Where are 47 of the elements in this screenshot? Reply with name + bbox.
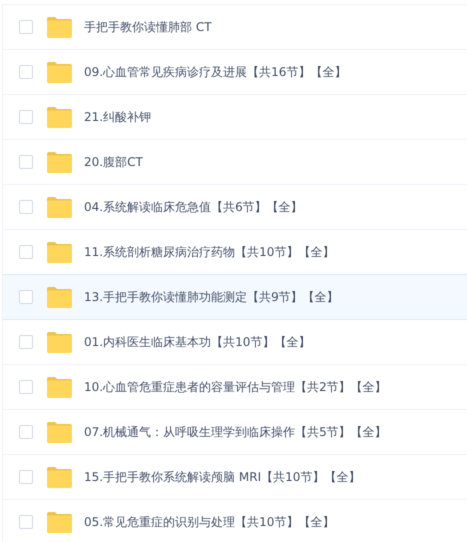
folder-name[interactable]: 04.系统解读临床危急值【共6节】【全】 [84,198,303,216]
checkbox[interactable] [19,65,33,79]
file-row[interactable]: 10.心血管危重症患者的容量评估与管理【共2节】【全】 [3,364,467,409]
folder-name[interactable]: 15.手把手教你系统解读颅脑 MRI【共10节】【全】 [84,468,360,486]
checkbox[interactable] [19,290,33,304]
checkbox[interactable] [19,380,33,394]
folder-icon [46,196,72,218]
checkbox[interactable] [19,515,33,529]
checkbox[interactable] [19,335,33,349]
file-row[interactable]: 20.腹部CT [3,139,467,184]
folder-name[interactable]: 20.腹部CT [84,154,143,170]
checkbox[interactable] [19,245,33,259]
folder-name[interactable]: 10.心血管危重症患者的容量评估与管理【共2节】【全】 [84,378,387,396]
checkbox[interactable] [19,200,33,214]
checkbox[interactable] [19,110,33,124]
file-row[interactable]: 07.机械通气：从呼吸生理学到临床操作【共5节】【全】 [3,409,467,454]
folder-icon [46,332,72,352]
folder-name[interactable]: 09.心血管常见疾病诊疗及进展【共16节】【全】 [84,64,346,80]
folder-name[interactable]: 手把手教你读懂肺部 CT [84,18,212,36]
file-row[interactable]: 手把手教你读懂肺部 CT [3,4,467,49]
folder-icon [46,466,72,488]
file-row[interactable]: 04.系统解读临床危急值【共6节】【全】 [3,184,467,229]
checkbox[interactable] [19,155,33,169]
folder-name[interactable]: 11.系统剖析糖尿病治疗药物【共10节】【全】 [84,244,334,260]
checkbox[interactable] [19,20,33,34]
folder-icon [46,16,72,38]
file-row[interactable]: 15.手把手教你系统解读颅脑 MRI【共10节】【全】 [3,454,467,499]
folder-icon [46,106,72,128]
folder-icon [46,62,72,82]
folder-name[interactable]: 01.内科医生临床基本功【共10节】【全】 [84,334,310,350]
file-row[interactable]: 13.手把手教你读懂肺功能测定【共9节】【全】 [3,274,467,319]
folder-icon [46,512,72,532]
folder-name[interactable]: 07.机械通气：从呼吸生理学到临床操作【共5节】【全】 [84,424,387,440]
checkbox[interactable] [19,470,33,484]
folder-icon [46,242,72,262]
folder-name[interactable]: 21.纠酸补钾 [84,108,152,126]
file-row[interactable]: 05.常见危重症的识别与处理【共10节】【全】 [3,499,467,542]
folder-icon [46,422,72,442]
folder-name[interactable]: 13.手把手教你读懂肺功能测定【共9节】【全】 [84,288,339,306]
file-row[interactable]: 21.纠酸补钾 [3,94,467,139]
folder-icon [46,152,72,172]
folder-icon [46,286,72,308]
file-row[interactable]: 01.内科医生临床基本功【共10节】【全】 [3,319,467,364]
checkbox[interactable] [19,425,33,439]
folder-name[interactable]: 05.常见危重症的识别与处理【共10节】【全】 [84,514,334,530]
folder-icon [46,376,72,398]
file-row[interactable]: 09.心血管常见疾病诊疗及进展【共16节】【全】 [3,49,467,94]
